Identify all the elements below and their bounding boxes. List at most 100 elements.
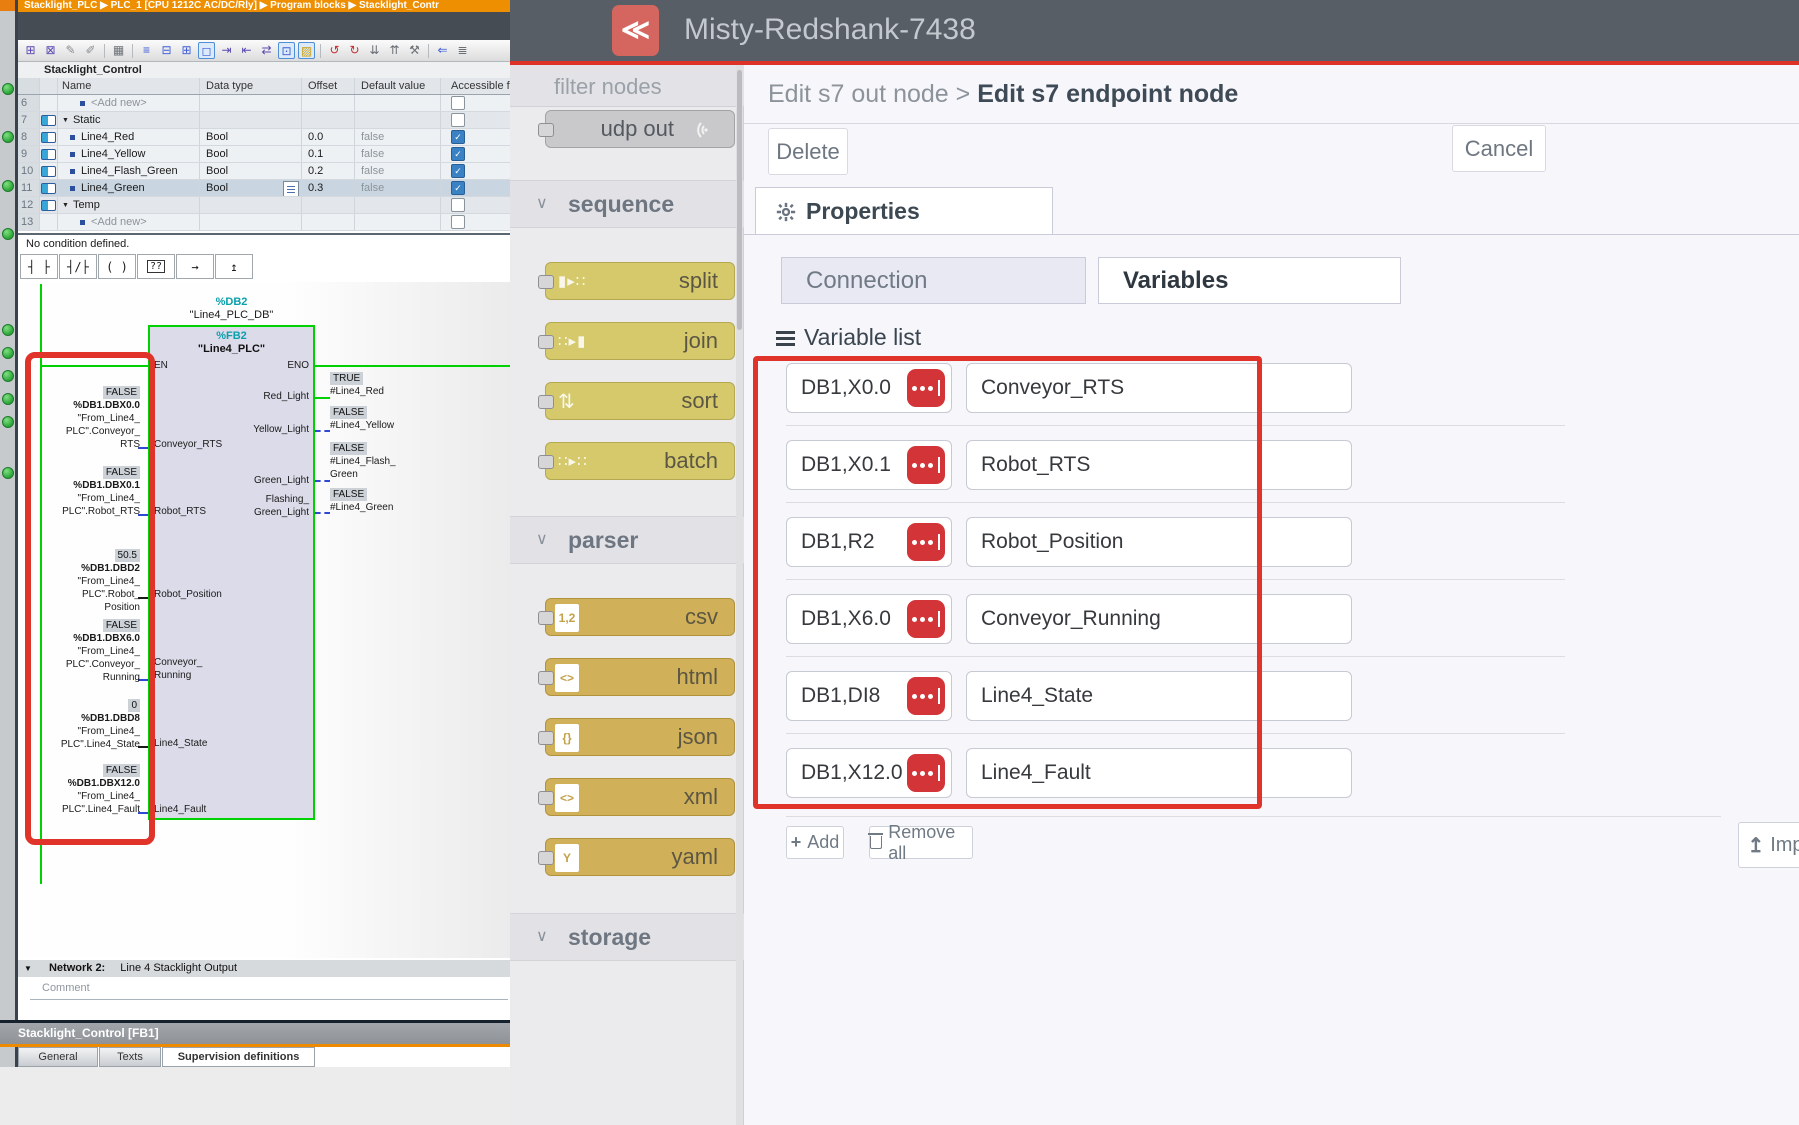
download-icon[interactable]: ⇊ xyxy=(366,42,383,59)
chevron-down-icon[interactable]: ∨ xyxy=(536,926,548,946)
tab-connection[interactable]: Connection xyxy=(781,257,1086,304)
palette-section-storage[interactable]: ∨ storage xyxy=(510,913,744,961)
collapse-all-icon[interactable]: ⊞ xyxy=(178,42,195,59)
table-row[interactable]: 10 Line4_Flash_Green Bool 0.2 false ✓ xyxy=(18,163,510,180)
upload-icon[interactable]: ⇈ xyxy=(386,42,403,59)
close-branch-icon[interactable]: ↥ xyxy=(215,254,253,279)
table-row[interactable]: 12 ▼Temp xyxy=(18,197,510,214)
operand-line4-flash-green[interactable]: FALSE #Line4_Flash_ Green xyxy=(330,442,460,481)
add-button[interactable]: +Add xyxy=(786,826,844,859)
table-row-selected[interactable]: 11 Line4_Green Bool 0.3 false ✓ xyxy=(18,180,510,197)
empty-box-icon[interactable]: ?? xyxy=(137,254,175,279)
table-row[interactable]: 8 Line4_Red Bool 0.0 false ✓ xyxy=(18,129,510,146)
declare-tag-icon[interactable]: ✎ xyxy=(62,42,79,59)
node-port[interactable] xyxy=(538,611,554,625)
fb-block[interactable]: %FB2 "Line4_PLC" EN ENO Conveyor_RTS Rob… xyxy=(148,325,315,820)
expander-icon[interactable]: ▼ xyxy=(62,202,69,209)
tab-variables[interactable]: Variables xyxy=(1098,257,1401,304)
table-row[interactable]: 6 <Add new> xyxy=(18,95,510,112)
table-row[interactable]: 13 <Add new> xyxy=(18,214,510,231)
list-icon[interactable]: ≣ xyxy=(454,42,471,59)
pin-line4-fault[interactable]: Line4_Fault xyxy=(154,804,206,815)
tab-supervision-definitions[interactable]: Supervision definitions xyxy=(162,1047,315,1067)
sort-icon[interactable]: ≡ xyxy=(138,42,155,59)
node-port[interactable] xyxy=(538,671,554,685)
pin-flashing-green-2[interactable]: Green_Light xyxy=(254,507,309,518)
coil-icon[interactable]: ( ) xyxy=(98,254,136,279)
node-port[interactable] xyxy=(538,123,554,137)
col-datatype[interactable]: Data type xyxy=(200,78,302,94)
comment-placeholder[interactable]: Comment xyxy=(18,977,510,999)
keep-values-icon[interactable]: ▦ xyxy=(110,42,127,59)
comment-icon[interactable]: ◻ xyxy=(198,42,215,59)
palette-node-split[interactable]: ▮▸∷ split xyxy=(545,262,735,300)
pin-red-light[interactable]: Red_Light xyxy=(263,391,309,402)
table-row[interactable]: 9 Line4_Yellow Bool 0.1 false ✓ xyxy=(18,146,510,163)
properties-tab[interactable]: Properties xyxy=(755,187,1053,235)
col-name[interactable]: Name xyxy=(58,78,200,94)
node-port[interactable] xyxy=(538,275,554,289)
pin-conveyor-running-2[interactable]: Running xyxy=(154,670,191,681)
pin-green-light[interactable]: Green_Light xyxy=(254,475,309,486)
palette-node-sort[interactable]: ⇅ sort xyxy=(545,382,735,420)
table-row[interactable]: 7 ▼Static xyxy=(18,112,510,129)
palette-section-parser[interactable]: ∨ parser xyxy=(510,516,744,564)
expander-icon[interactable]: ▼ xyxy=(62,117,69,124)
network-2-header[interactable]: ▼ Network 2: Line 4 Stacklight Output xyxy=(18,960,510,977)
operand-line4-yellow[interactable]: FALSE #Line4_Yellow xyxy=(330,406,460,432)
accessible-checkbox[interactable]: ✓ xyxy=(451,147,465,161)
import-icon[interactable]: ⇥ xyxy=(218,42,235,59)
node-port[interactable] xyxy=(538,851,554,865)
node-port[interactable] xyxy=(538,731,554,745)
node-port[interactable] xyxy=(538,455,554,469)
snapshot-icon[interactable]: ⇄ xyxy=(258,42,275,59)
remove-all-button[interactable]: Remove all xyxy=(869,826,973,859)
palette-node-join[interactable]: ∷▸▮ join xyxy=(545,322,735,360)
pin-robot-rts[interactable]: Robot_RTS xyxy=(154,506,206,517)
cancel-button[interactable]: Cancel xyxy=(1452,125,1546,172)
node-port[interactable] xyxy=(538,335,554,349)
palette-node-batch[interactable]: ∷▸∷ batch xyxy=(545,442,735,480)
col-accessible[interactable]: Accessible f... xyxy=(441,78,510,94)
delete-row-icon[interactable]: ⊠ xyxy=(42,42,59,59)
jump-icon[interactable]: ⇐ xyxy=(434,42,451,59)
node-port[interactable] xyxy=(538,791,554,805)
accessible-checkbox[interactable] xyxy=(451,113,465,127)
monitor-icon[interactable]: ⊡ xyxy=(278,42,295,59)
accessible-checkbox[interactable]: ✓ xyxy=(451,130,465,144)
palette-scrollbar-thumb[interactable] xyxy=(737,70,742,330)
collapse-triangle-icon[interactable]: ▼ xyxy=(24,964,32,973)
accessible-checkbox[interactable]: ✓ xyxy=(451,181,465,195)
col-offset[interactable]: Offset xyxy=(302,78,355,94)
tab-texts[interactable]: Texts xyxy=(99,1047,161,1067)
chevron-down-icon[interactable]: ∨ xyxy=(536,529,548,549)
palette-node-csv[interactable]: 1,2 csv xyxy=(545,598,735,636)
breadcrumb-parent[interactable]: Edit s7 out node xyxy=(768,80,949,108)
normally-closed-contact-icon[interactable]: ┤/├ xyxy=(59,254,97,279)
operand-line4-green[interactable]: FALSE #Line4_Green xyxy=(330,488,460,514)
monitor-all-icon[interactable]: ▨ xyxy=(298,42,315,59)
delete-button[interactable]: Delete xyxy=(768,128,848,175)
normally-open-contact-icon[interactable]: ┤ ├ xyxy=(20,254,58,279)
palette-node-json[interactable]: {} json xyxy=(545,718,735,756)
datatype-dropdown-button[interactable] xyxy=(283,181,299,196)
expand-all-icon[interactable]: ⊟ xyxy=(158,42,175,59)
pin-flashing-green-1[interactable]: Flashing_ xyxy=(266,494,309,505)
node-port[interactable] xyxy=(538,395,554,409)
open-branch-icon[interactable]: → xyxy=(176,254,214,279)
palette-node-html[interactable]: <> html xyxy=(545,658,735,696)
export-icon[interactable]: ⇤ xyxy=(238,42,255,59)
pin-conveyor-rts[interactable]: Conveyor_RTS xyxy=(154,439,222,450)
rename-tag-icon[interactable]: ✐ xyxy=(82,42,99,59)
search-input[interactable] xyxy=(552,73,726,101)
import-button[interactable]: ↥Imp xyxy=(1738,822,1799,868)
col-default[interactable]: Default value xyxy=(355,78,441,94)
palette-node-xml[interactable]: <> xml xyxy=(545,778,735,816)
accessible-checkbox[interactable] xyxy=(451,215,465,229)
operand-line4-red[interactable]: TRUE #Line4_Red xyxy=(330,372,460,398)
breadcrumb[interactable]: Stacklight_PLC ▶ PLC_1 [CPU 1212C AC/DC/… xyxy=(18,0,510,12)
pin-yellow-light[interactable]: Yellow_Light xyxy=(253,424,309,435)
tab-general[interactable]: General xyxy=(18,1047,98,1067)
pin-line4-state[interactable]: Line4_State xyxy=(154,738,207,749)
palette-node-udp-out[interactable]: udp out xyxy=(545,110,735,148)
